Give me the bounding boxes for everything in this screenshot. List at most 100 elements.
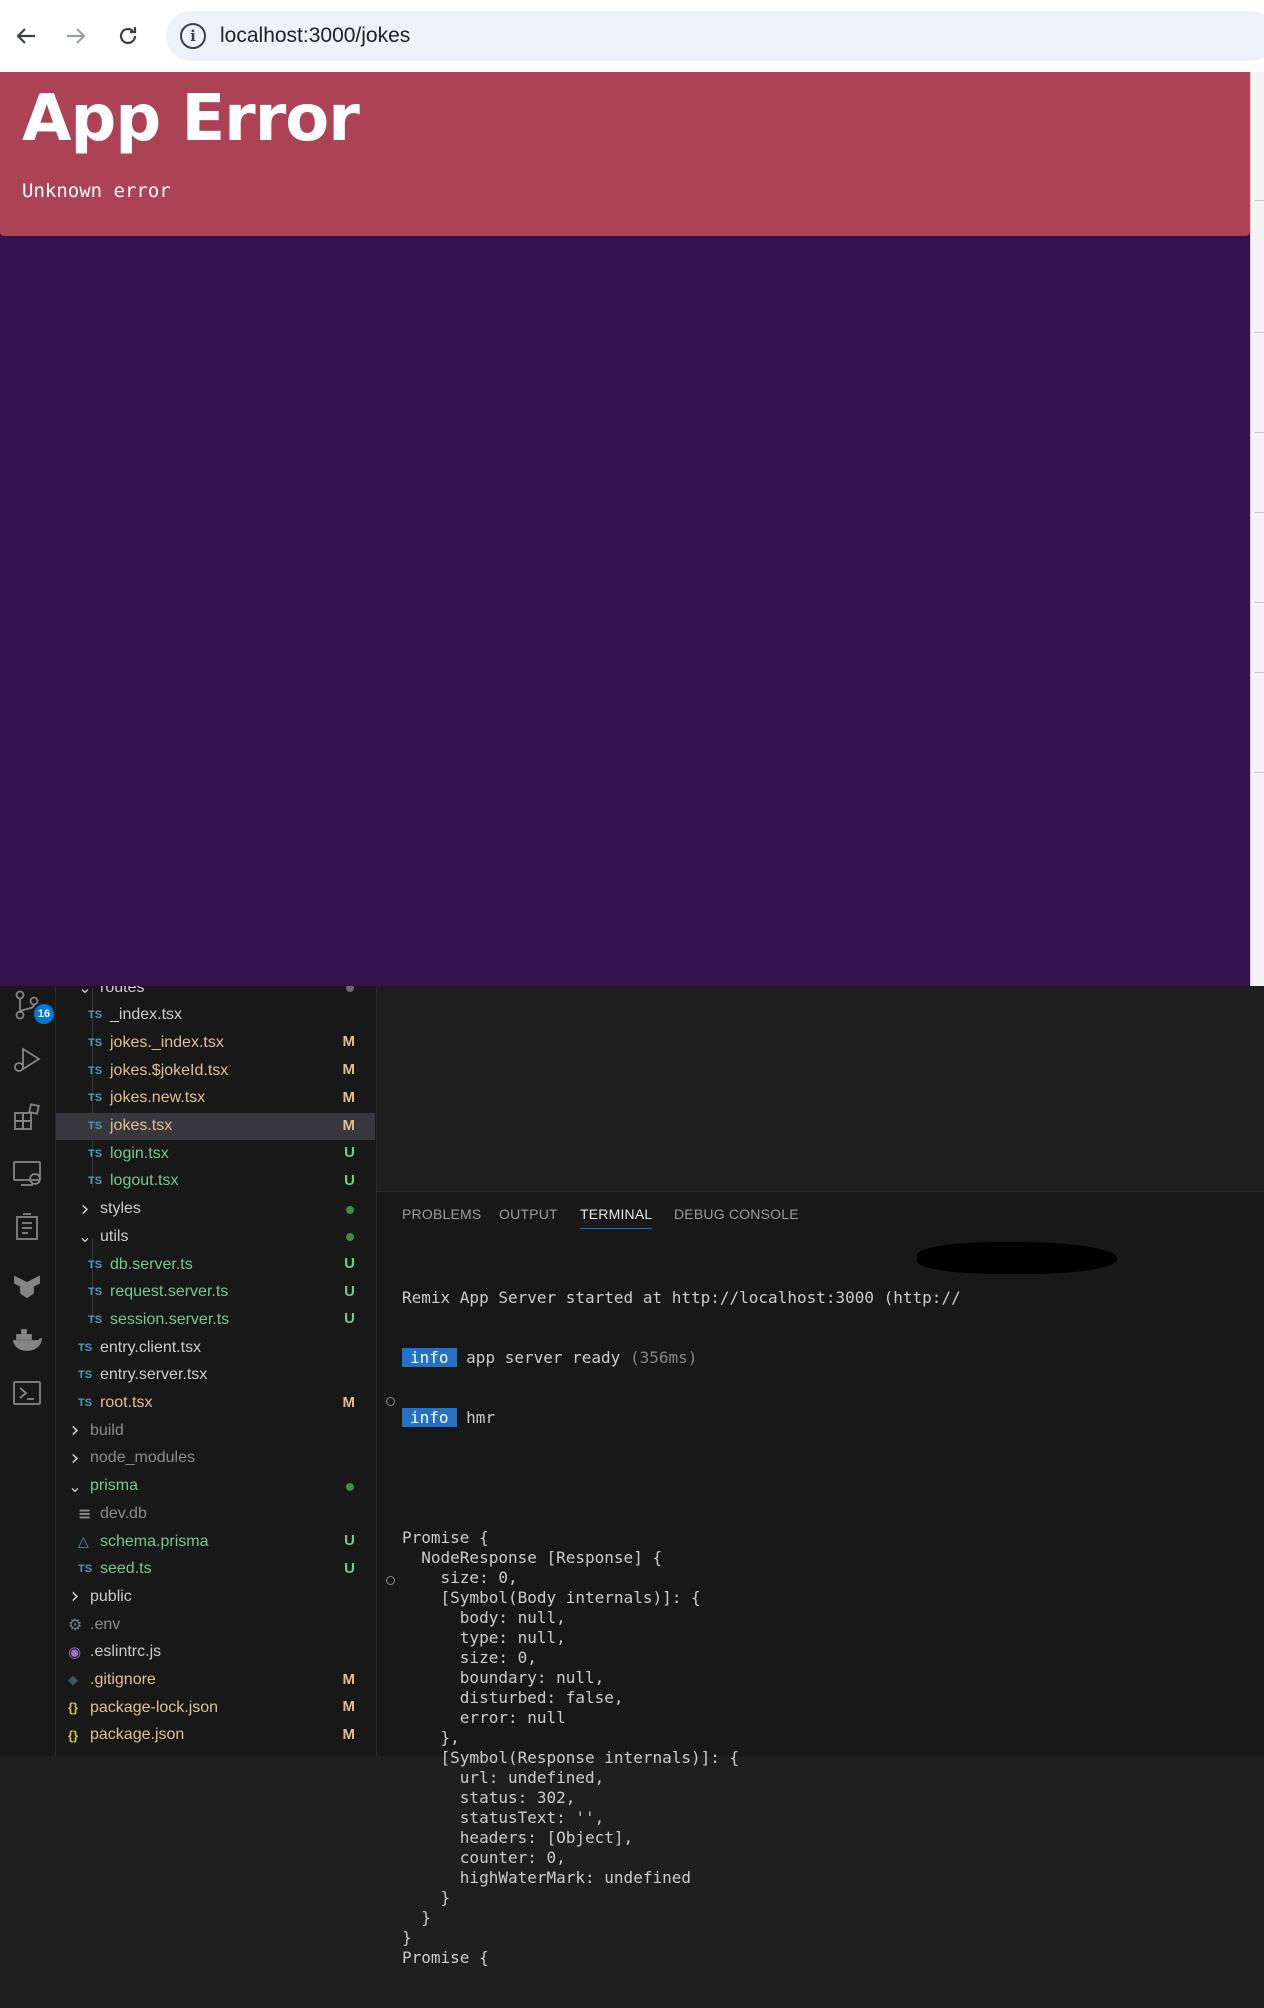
explorer-item[interactable]: TS jokes.$jokeId.tsx M	[56, 1057, 375, 1084]
explorer-item[interactable]: TS logout.tsx U	[56, 1168, 375, 1195]
terminal-line: body: null,	[402, 1608, 566, 1627]
forward-button[interactable]	[56, 18, 96, 54]
explorer-item[interactable]: TS jokes._index.tsx M	[56, 1029, 375, 1056]
explorer-item[interactable]: TS entry.client.tsx	[56, 1334, 375, 1361]
explorer-item[interactable]: ⌄ utils	[56, 1223, 375, 1250]
info-icon[interactable]: i	[180, 23, 206, 49]
explorer-item[interactable]: TS entry.server.tsx	[56, 1362, 375, 1389]
remote-explorer-icon[interactable]	[10, 1156, 44, 1190]
git-status-dot	[346, 1205, 354, 1214]
git-status-badge: M	[342, 1116, 356, 1134]
terminal-icon[interactable]	[10, 1376, 44, 1410]
tab-debug-console[interactable]: DEBUG CONSOLE	[674, 1206, 799, 1222]
typescript-icon: TS	[78, 1369, 93, 1382]
terminal-line: info app server ready (356ms)	[402, 1348, 1262, 1368]
explorer-item-label: jokes.new.tsx	[110, 1089, 206, 1107]
eslint-icon: ◉	[68, 1643, 82, 1662]
terminal-line: Promise {	[402, 1948, 489, 1967]
git-status-badge: M	[342, 1033, 356, 1051]
explorer-item[interactable]: › styles	[56, 1196, 375, 1223]
explorer-item[interactable]: TS _index.tsx	[56, 1002, 375, 1029]
file-lines-icon: ≡	[78, 1504, 92, 1524]
explorer-item-label: seed.ts	[100, 1560, 152, 1578]
explorer-item[interactable]: TS jokes.tsx M	[56, 1112, 375, 1140]
info-label: info	[402, 1348, 457, 1367]
run-debug-icon[interactable]	[10, 1042, 44, 1076]
info-label: info	[402, 1408, 457, 1427]
typescript-icon: TS	[88, 1009, 103, 1022]
explorer-item-label: session.server.ts	[110, 1310, 230, 1328]
error-title: App Error	[22, 82, 360, 156]
source-control-badge: 16	[34, 1004, 54, 1024]
reload-button[interactable]	[108, 18, 148, 54]
explorer-item[interactable]: {} package-lock.json M	[56, 1694, 375, 1721]
explorer-item[interactable]: {} package.json M	[56, 1722, 375, 1749]
terminal-line: headers: [Object],	[402, 1828, 634, 1847]
web-page: App Error Unknown error	[0, 72, 1250, 986]
arrow-left-icon	[16, 28, 35, 44]
terminal-line: Remix App Server started at http://local…	[402, 1288, 961, 1307]
terminal-line: size: 0,	[402, 1568, 518, 1587]
typescript-icon: TS	[88, 1286, 103, 1299]
explorer-item-label: login.tsx	[110, 1144, 169, 1162]
explorer-item[interactable]: ◉ .eslintrc.js	[56, 1639, 375, 1666]
terminal-line: NodeResponse [Response] {	[402, 1548, 663, 1567]
explorer-item[interactable]: TS root.tsx M	[56, 1390, 375, 1417]
explorer-item[interactable]: › build	[56, 1417, 375, 1444]
explorer-item-label: jokes._index.tsx	[110, 1033, 224, 1051]
terminal-object-dump: Promise { NodeResponse [Response] { size…	[402, 1528, 1262, 1968]
typescript-icon: TS	[88, 1258, 103, 1271]
explorer-item[interactable]: △ schema.prisma U	[56, 1528, 375, 1555]
terminal-line: }	[402, 1928, 412, 1947]
source-control-icon[interactable]: 16	[10, 988, 54, 1024]
back-button[interactable]	[6, 18, 46, 54]
explorer-item-label: .eslintrc.js	[90, 1643, 162, 1661]
azure-icon[interactable]	[10, 1268, 44, 1302]
explorer-item[interactable]: TS request.server.ts U	[56, 1279, 375, 1306]
explorer-item[interactable]: ⚙ .env	[56, 1611, 375, 1638]
arrow-right-icon	[67, 28, 86, 44]
explorer-item[interactable]: ⌄ prisma	[56, 1473, 375, 1500]
chevron-right-icon: ›	[70, 1445, 80, 1471]
explorer-item[interactable]: TS db.server.ts U	[56, 1251, 375, 1278]
json-icon: {}	[68, 1700, 79, 1716]
json-icon: {}	[68, 1727, 79, 1743]
terminal-output[interactable]: Remix App Server started at http://local…	[402, 1248, 1262, 2008]
explorer-tree: ⌄ routes TS _index.tsx TS jokes._index.tsx M TS…	[56, 986, 375, 1756]
explorer-item[interactable]: TS session.server.ts U	[56, 1306, 375, 1333]
ready-text: app server ready	[466, 1348, 621, 1367]
git-status-badge: U	[344, 1559, 355, 1577]
testing-icon[interactable]	[10, 1210, 44, 1244]
terminal-line: size: 0,	[402, 1648, 537, 1667]
tab-output[interactable]: OUTPUT	[499, 1206, 558, 1222]
git-status-badge: M	[342, 1698, 356, 1716]
terminal-line: url: undefined,	[402, 1768, 605, 1787]
explorer-item[interactable]: ≡ dev.db	[56, 1500, 375, 1527]
docker-icon[interactable]	[10, 1322, 44, 1356]
explorer-item[interactable]: TS jokes.new.tsx M	[56, 1085, 375, 1112]
terminal-line: boundary: null,	[402, 1668, 605, 1687]
extensions-icon[interactable]	[10, 1100, 44, 1134]
explorer-item[interactable]: TS seed.ts U	[56, 1556, 375, 1583]
typescript-icon: TS	[88, 1064, 103, 1077]
chevron-right-icon: ›	[70, 1418, 80, 1444]
url-text[interactable]: localhost:3000/jokes	[220, 24, 410, 48]
git-status-badge: U	[344, 1532, 355, 1549]
typescript-icon: TS	[88, 1120, 103, 1132]
tab-problems[interactable]: PROBLEMS	[402, 1206, 481, 1222]
explorer-item-label: public	[90, 1587, 132, 1605]
chevron-right-icon: ›	[80, 1196, 90, 1222]
explorer-item-label: jokes.tsx	[110, 1117, 173, 1134]
ready-time: (356ms)	[629, 1348, 698, 1367]
explorer-item[interactable]: › public	[56, 1583, 375, 1610]
explorer-item-label: entry.client.tsx	[100, 1338, 202, 1356]
explorer-item[interactable]: TS login.tsx U	[56, 1140, 375, 1167]
address-bar[interactable]: i localhost:3000/jokes	[166, 11, 1264, 61]
git-status-badge: M	[342, 1725, 356, 1743]
terminal-line: [Symbol(Body internals)]: {	[402, 1588, 701, 1607]
explorer-item[interactable]: ◆ .gitignore M	[56, 1667, 375, 1694]
tab-terminal[interactable]: TERMINAL	[580, 1206, 653, 1229]
explorer-item[interactable]: › node_modules	[56, 1445, 375, 1472]
gear-icon: ⚙	[68, 1615, 83, 1635]
explorer-item[interactable]: ⌄ routes	[56, 986, 375, 1001]
